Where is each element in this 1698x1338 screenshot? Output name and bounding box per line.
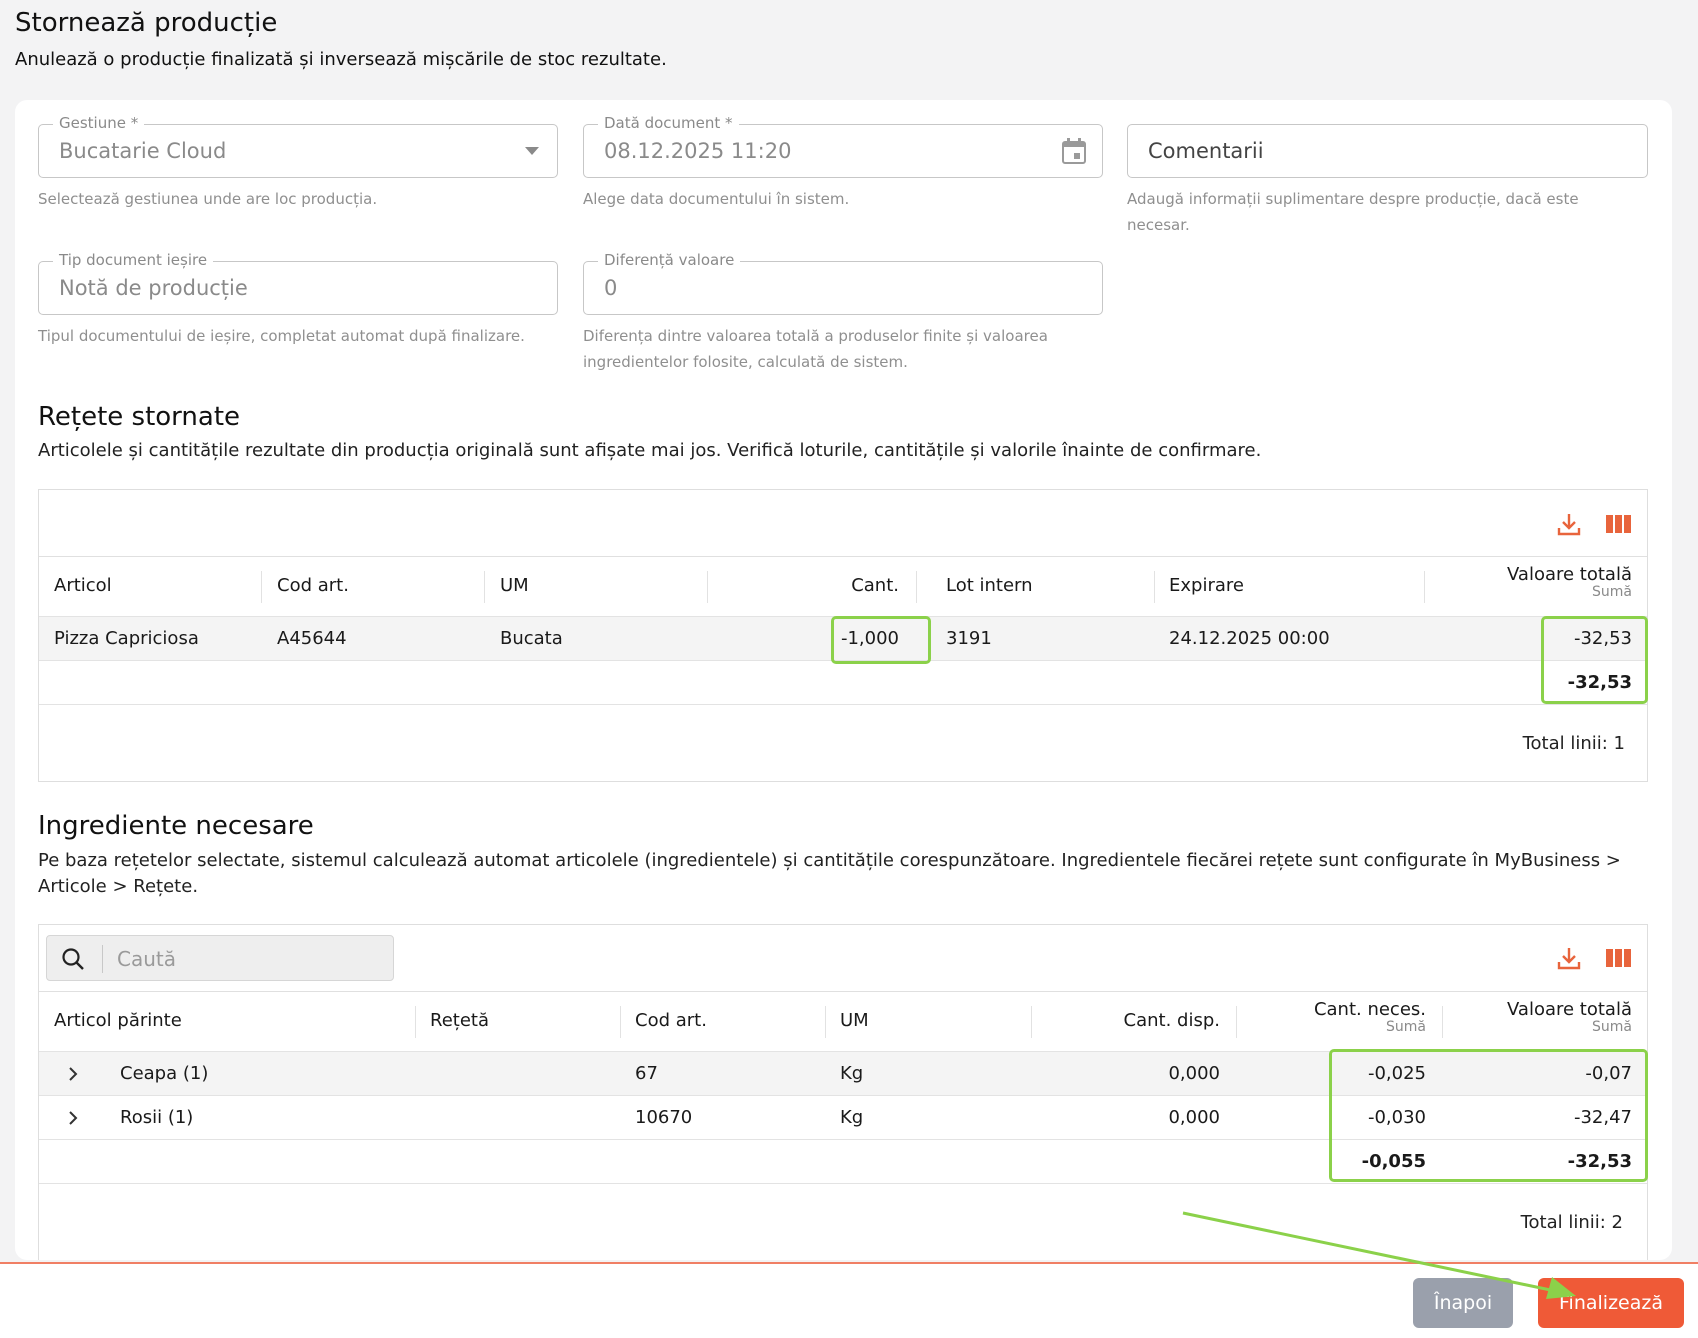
recipes-grid: Articol Cod art. UM Cant. Lot intern Exp… [38, 489, 1648, 782]
download-icon[interactable] [1556, 945, 1582, 971]
col-valoare-sub: Sumă [1592, 584, 1632, 600]
ingredients-section-description: Pe baza rețetelor selectate, sistemul ca… [38, 850, 1621, 897]
cell-cod: A45644 [277, 628, 347, 649]
total-lines: Total linii: 2 [1520, 1212, 1623, 1233]
gestiune-select[interactable]: Gestiune * Bucatarie Cloud [38, 114, 558, 178]
col-parinte[interactable]: Articol părinte [54, 1010, 182, 1031]
recipes-header: Articol Cod art. UM Cant. Lot intern Exp… [39, 556, 1647, 617]
value-difference-field[interactable]: Diferență valoare 0 [583, 251, 1103, 315]
cell-um: Kg [840, 1063, 864, 1084]
highlight-valoare [1541, 616, 1648, 704]
cell-disp: 0,000 [1168, 1063, 1220, 1084]
finish-button[interactable]: Finalizează [1538, 1278, 1684, 1328]
col-neces[interactable]: Cant. neces. Sumă [1249, 999, 1426, 1034]
search-placeholder: Caută [117, 947, 176, 971]
cell-parinte: Ceapa (1) [120, 1063, 209, 1084]
col-reteta[interactable]: Rețetă [430, 1010, 489, 1031]
col-valoare-label: Valoare totală [1507, 564, 1632, 585]
col-cod[interactable]: Cod art. [277, 575, 349, 596]
chevron-right-icon[interactable] [68, 1111, 78, 1125]
document-date-value: 08.12.2025 11:20 [604, 139, 792, 163]
col-valoare-sub: Sumă [1592, 1019, 1632, 1035]
gestiune-hint: Selectează gestiunea unde are loc produc… [38, 190, 378, 208]
ingredients-section-title: Ingrediente necesare [38, 811, 314, 841]
chevron-down-icon[interactable] [525, 147, 539, 155]
highlight-cant [831, 616, 931, 664]
cell-um: Bucata [500, 628, 563, 649]
footer-row: Total linii: 1 [39, 704, 1647, 783]
col-disp[interactable]: Cant. disp. [1039, 1010, 1220, 1031]
cell-articol: Pizza Capriciosa [54, 628, 199, 649]
col-cod[interactable]: Cod art. [635, 1010, 707, 1031]
col-um[interactable]: UM [840, 1010, 869, 1031]
ingredients-grid: Caută Articol părinte Rețetă Cod art. UM… [38, 924, 1648, 1260]
summary-row: -32,53 [39, 660, 1647, 705]
ingredients-header: Articol părinte Rețetă Cod art. UM Cant.… [39, 991, 1647, 1052]
col-cant[interactable]: Cant. [723, 575, 899, 596]
value-difference-value: 0 [604, 276, 618, 300]
download-icon[interactable] [1556, 511, 1582, 537]
page-subtitle: Anulează o producție finalizată și inver… [15, 49, 667, 70]
back-button[interactable]: Înapoi [1413, 1278, 1513, 1328]
cell-cod: 10670 [635, 1107, 693, 1128]
cell-disp: 0,000 [1168, 1107, 1220, 1128]
chevron-right-icon[interactable] [68, 1067, 78, 1081]
search-input[interactable]: Caută [46, 935, 394, 981]
columns-icon[interactable] [1605, 945, 1631, 971]
columns-icon[interactable] [1605, 511, 1631, 537]
comments-hint: Adaugă informații suplimentare despre pr… [1127, 190, 1579, 234]
page-title: Stornează producție [15, 8, 278, 38]
output-doc-type-field[interactable]: Tip document ieșire Notă de producție [38, 251, 558, 315]
col-articol[interactable]: Articol [54, 575, 112, 596]
col-valoare[interactable]: Valoare totală Sumă [1455, 999, 1632, 1034]
value-difference-label: Diferență valoare [598, 251, 741, 269]
total-lines: Total linii: 1 [1522, 733, 1625, 754]
output-doc-type-value: Notă de producție [59, 276, 248, 300]
recipes-section-description: Articolele și cantitățile rezultate din … [38, 440, 1262, 461]
recipes-section-title: Rețete stornate [38, 402, 241, 432]
col-valoare[interactable]: Valoare totală Sumă [1439, 564, 1632, 599]
cell-expirare: 24.12.2025 00:00 [1169, 628, 1330, 649]
cell-parinte: Rosii (1) [120, 1107, 194, 1128]
action-bar: Înapoi Finalizează [0, 1262, 1698, 1338]
search-icon [62, 948, 84, 970]
footer-row: Total linii: 2 [39, 1183, 1647, 1262]
cell-cod: 67 [635, 1063, 658, 1084]
comments-placeholder: Comentarii [1148, 139, 1264, 163]
document-date-label: Dată document * [598, 114, 739, 132]
value-difference-hint: Diferența dintre valoarea totală a produ… [583, 327, 1048, 371]
col-neces-sub: Sumă [1386, 1019, 1426, 1035]
cell-lot: 3191 [946, 628, 992, 649]
col-lot[interactable]: Lot intern [946, 575, 1033, 596]
col-valoare-label: Valoare totală [1507, 999, 1632, 1020]
highlight-totals [1329, 1049, 1648, 1182]
document-date-field[interactable]: Dată document * 08.12.2025 11:20 [583, 114, 1103, 178]
gestiune-value: Bucatarie Cloud [59, 139, 227, 163]
col-expirare[interactable]: Expirare [1169, 575, 1244, 596]
gestiune-label: Gestiune * [53, 114, 145, 132]
col-neces-label: Cant. neces. [1313, 999, 1426, 1020]
comments-field[interactable]: Comentarii [1127, 124, 1648, 178]
cell-um: Kg [840, 1107, 864, 1128]
output-doc-type-label: Tip document ieșire [53, 251, 214, 269]
document-date-hint: Alege data documentului în sistem. [583, 190, 850, 208]
output-doc-type-hint: Tipul documentului de ieșire, completat … [38, 327, 525, 345]
calendar-icon[interactable] [1062, 138, 1086, 164]
col-um[interactable]: UM [500, 575, 529, 596]
